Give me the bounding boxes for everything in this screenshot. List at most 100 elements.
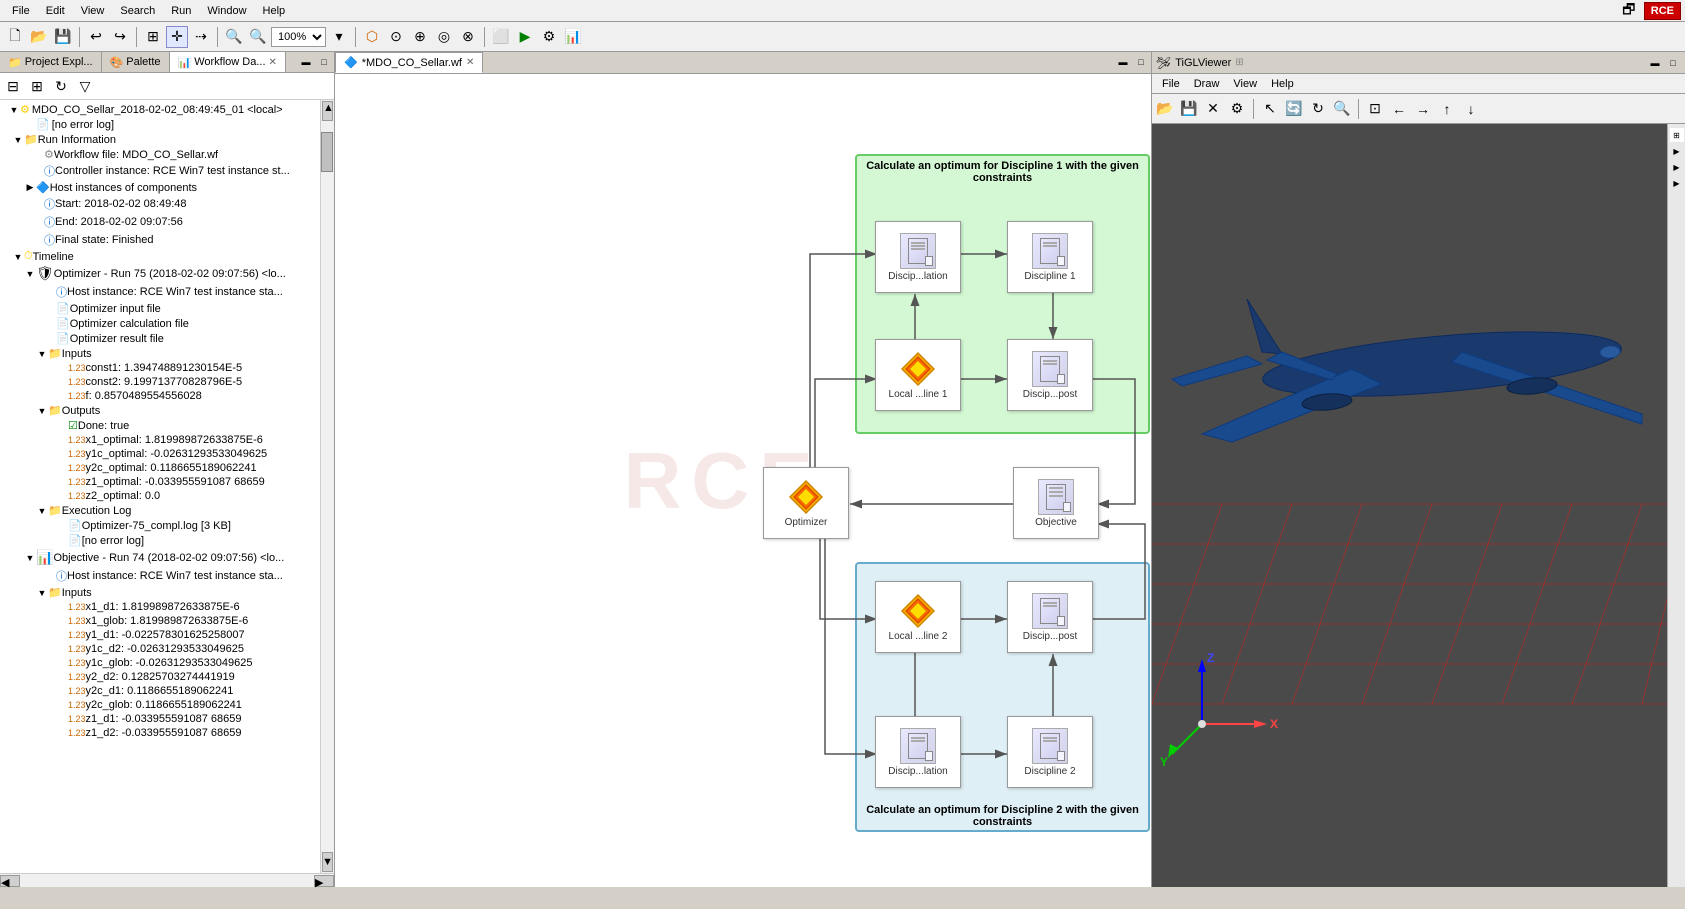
tree-x1d1[interactable]: 1.23 x1_d1: 1.819989872633875E-6 — [2, 600, 318, 614]
connect-button[interactable]: ⇢ — [190, 26, 212, 48]
node-disc1lation[interactable]: Discip...lation — [875, 221, 961, 293]
tree-y2cd1[interactable]: 1.23 y2c_d1: 0.1186655189062241 — [2, 684, 318, 698]
tree-y1copt[interactable]: 1.23 y1c_optimal: -0.02631293533049625 — [2, 447, 318, 461]
menu-view[interactable]: View — [73, 3, 113, 19]
tree-z1opt[interactable]: 1.23 z1_optimal: -0.033955591087 68659 — [2, 475, 318, 489]
tree-opt75-host[interactable]: ⓘ Host instance: RCE Win7 test instance … — [2, 283, 318, 301]
tree-start[interactable]: ⓘ Start: 2018-02-02 08:49:48 — [2, 195, 318, 213]
tree-final-state[interactable]: ⓘ Final state: Finished — [2, 231, 318, 249]
node-disc2lation[interactable]: Discip...lation — [875, 716, 961, 788]
tab-palette[interactable]: 🎨 Palette — [102, 52, 170, 72]
close-mdo[interactable]: ✕ — [466, 57, 474, 68]
tab-project-explorer[interactable]: 📁 Project Expl... — [0, 52, 102, 72]
tree-objective-run74[interactable]: ▼ 📊 Objective - Run 74 (2018-02-02 09:07… — [2, 548, 318, 567]
expander-obj74[interactable]: ▼ — [24, 553, 36, 563]
play-button[interactable]: ▶ — [514, 26, 536, 48]
tree-no-error-log2[interactable]: 📄 [no error log] — [2, 533, 318, 548]
tigl-back-btn[interactable]: ← — [1388, 98, 1410, 120]
zoom-dropdown[interactable]: 100% 50% 75% 125% 150% — [271, 27, 326, 47]
expander-obj-inputs[interactable]: ▼ — [36, 588, 48, 598]
max-right[interactable]: □ — [1665, 55, 1681, 71]
tigl-3d-canvas[interactable]: Z X Y ⊞ ▶ ▶ ▶ — [1152, 124, 1685, 887]
scroll-up[interactable]: ▲ — [322, 101, 333, 121]
expander-root[interactable]: ▼ — [8, 105, 20, 115]
tab-workflow-da[interactable]: 📊 Workflow Da... ✕ — [170, 52, 286, 72]
tree-run-info[interactable]: ▼ 📁 Run Information — [2, 132, 318, 147]
tigl-front-btn[interactable]: → — [1412, 98, 1434, 120]
expander-run-info[interactable]: ▼ — [12, 135, 24, 145]
monitor-button[interactable]: 📊 — [562, 26, 584, 48]
max-center[interactable]: □ — [1133, 54, 1149, 70]
filter-button[interactable]: ▽ — [74, 75, 96, 97]
tool2-button[interactable]: ⊙ — [385, 26, 407, 48]
tree-opt75-log[interactable]: 📄 Optimizer-75_compl.log [3 KB] — [2, 518, 318, 533]
tree-y2copt[interactable]: 1.23 y2c_optimal: 0.1186655189062241 — [2, 461, 318, 475]
tigl-bottom-btn[interactable]: ↓ — [1460, 98, 1482, 120]
tigl-menu-view[interactable]: View — [1227, 77, 1263, 91]
tree-z2opt[interactable]: 1.23 z2_optimal: 0.0 — [2, 489, 318, 503]
tree-const2[interactable]: 1.23 const2: 9.199713770828796E-5 — [2, 375, 318, 389]
menu-search[interactable]: Search — [112, 3, 163, 19]
node-disc1post[interactable]: Discip...post — [1007, 339, 1093, 411]
tool3-button[interactable]: ⊕ — [409, 26, 431, 48]
tab-mdo-co-sellar[interactable]: 🔷 *MDO_CO_Sellar.wf ✕ — [335, 52, 483, 73]
tigl-menu-help[interactable]: Help — [1265, 77, 1300, 91]
tool4-button[interactable]: ◎ — [433, 26, 455, 48]
tree-item-no-error-log[interactable]: 📄 [no error log] — [2, 117, 318, 132]
left-hscroll[interactable]: ◀ ▶ — [0, 873, 334, 887]
redo-button[interactable]: ↪ — [109, 26, 131, 48]
scroll-thumb[interactable] — [321, 132, 333, 172]
tigl-top-btn[interactable]: ↑ — [1436, 98, 1458, 120]
tree-y1cd2[interactable]: 1.23 y1c_d2: -0.02631293533049625 — [2, 642, 318, 656]
tree-done[interactable]: ☑ Done: true — [2, 418, 318, 433]
collapse-all-button[interactable]: ⊟ — [2, 75, 24, 97]
tree-obj-inputs-folder[interactable]: ▼ 📁 Inputs — [2, 585, 318, 600]
tree-y1d1[interactable]: 1.23 y1_d1: -0.022578301625258007 — [2, 628, 318, 642]
minimize-left[interactable]: ▬ — [298, 54, 314, 70]
tree-f[interactable]: 1.23 f: 0.8570489554556028 — [2, 389, 318, 403]
hscroll-left[interactable]: ◀ — [0, 875, 20, 887]
tigl-rotate-btn[interactable]: 🔄 — [1283, 98, 1305, 120]
menu-window[interactable]: Window — [199, 3, 254, 19]
grid-button[interactable]: ⊞ — [142, 26, 164, 48]
open-button[interactable]: 📂 — [28, 26, 50, 48]
tree-const1[interactable]: 1.23 const1: 1.394748891230154E-5 — [2, 361, 318, 375]
tigl-strip-btn3[interactable]: ▶ — [1670, 160, 1684, 174]
expander-host[interactable]: ▶ — [24, 182, 36, 193]
tree-host-instances[interactable]: ▶ 🔷 Host instances of components — [2, 180, 318, 195]
tree-optimizer-run75[interactable]: ▼ 🛡 Optimizer - Run 75 (2018-02-02 09:07… — [2, 264, 318, 283]
tree-x1opt[interactable]: 1.23 x1_optimal: 1.819989872633875E-6 — [2, 433, 318, 447]
tigl-open-btn[interactable]: 📂 — [1154, 98, 1176, 120]
tree-opt-calc-file[interactable]: 📄 Optimizer calculation file — [2, 316, 318, 331]
hscroll-right[interactable]: ▶ — [314, 875, 334, 887]
min-right[interactable]: ▬ — [1647, 55, 1663, 71]
save-button[interactable]: 💾 — [52, 26, 74, 48]
node-optimizer[interactable]: Optimizer — [763, 467, 849, 539]
tigl-select-btn[interactable]: ↖ — [1259, 98, 1281, 120]
tree-timeline[interactable]: ▼ ⏱ Timeline — [2, 249, 318, 264]
node-disc2post[interactable]: Discip...post — [1007, 581, 1093, 653]
tree-root[interactable]: ▼ ⚙ MDO_CO_Sellar_2018-02-02_08:49:45_01… — [2, 102, 318, 117]
tree-y2d2[interactable]: 1.23 y2_d2: 0.12825703274441919 — [2, 670, 318, 684]
tigl-fit-btn[interactable]: ⊡ — [1364, 98, 1386, 120]
expander-inputs[interactable]: ▼ — [36, 349, 48, 359]
menu-help[interactable]: Help — [255, 3, 294, 19]
tree-opt-result-file[interactable]: 📄 Optimizer result file — [2, 331, 318, 346]
refresh-tree-button[interactable]: ↻ — [50, 75, 72, 97]
tree-controller[interactable]: ⓘ Controller instance: RCE Win7 test ins… — [2, 162, 318, 180]
expander-opt75[interactable]: ▼ — [24, 269, 36, 279]
undo-button[interactable]: ↩ — [85, 26, 107, 48]
scroll-down[interactable]: ▼ — [322, 852, 333, 872]
tigl-save-btn[interactable]: 💾 — [1178, 98, 1200, 120]
expander-exec-log[interactable]: ▼ — [36, 506, 48, 516]
tigl-zoom-btn[interactable]: 🔍 — [1331, 98, 1353, 120]
tree-inputs-folder[interactable]: ▼ 📁 Inputs — [2, 346, 318, 361]
workflow-canvas[interactable]: RCE Calculate an optimum for Discipline … — [335, 74, 1151, 887]
tree-z1d1[interactable]: 1.23 z1_d1: -0.033955591087 68659 — [2, 712, 318, 726]
menu-run[interactable]: Run — [163, 3, 199, 19]
settings-button[interactable]: ⚙ — [538, 26, 560, 48]
zoom-dropdown-arrow[interactable]: ▾ — [328, 26, 350, 48]
node-discipline2[interactable]: Discipline 2 — [1007, 716, 1093, 788]
new-button[interactable]: 🗋 — [4, 26, 26, 48]
maximize-left[interactable]: □ — [316, 54, 332, 70]
